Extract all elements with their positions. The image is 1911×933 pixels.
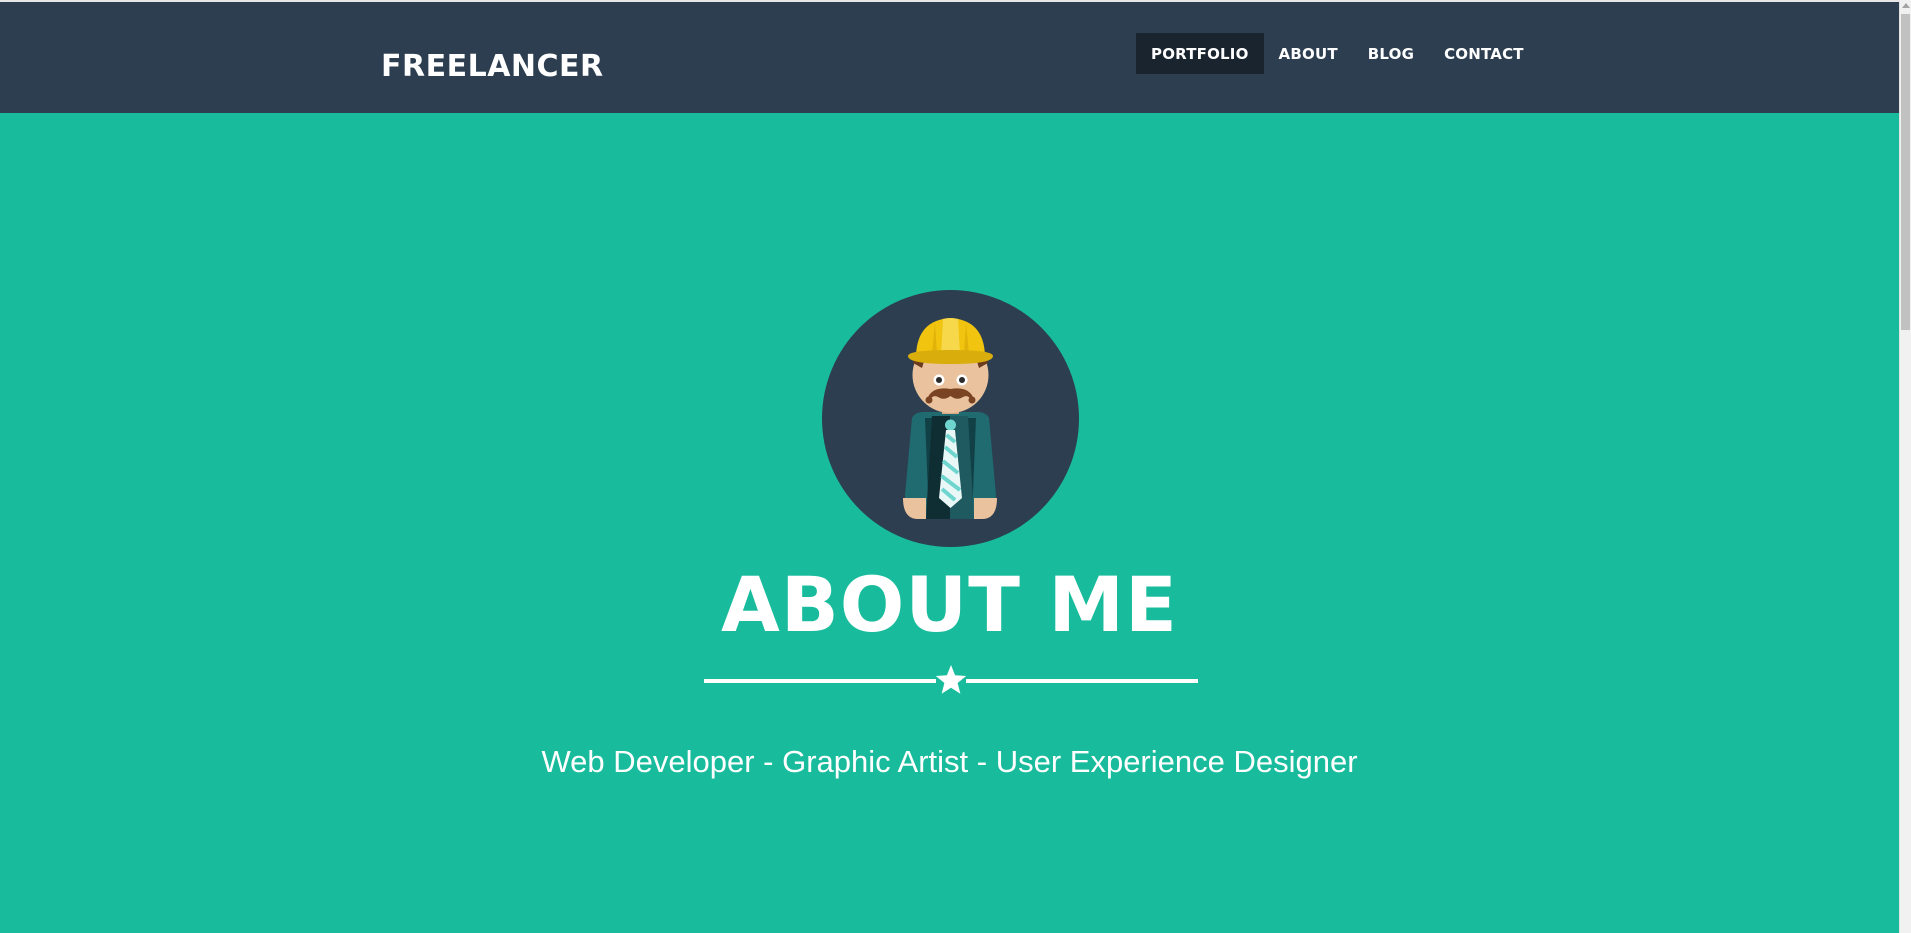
page-title: ABOUT ME — [721, 560, 1178, 649]
nav-item-contact[interactable]: CONTACT — [1429, 33, 1539, 74]
nav-item-blog[interactable]: BLOG — [1353, 33, 1429, 74]
freelancer-avatar-icon — [822, 290, 1079, 547]
nav-item-portfolio[interactable]: PORTFOLIO — [1136, 33, 1264, 74]
nav-item-about[interactable]: ABOUT — [1264, 33, 1353, 74]
vertical-scrollbar[interactable] — [1899, 0, 1911, 933]
divider-line-left — [704, 679, 936, 683]
brand-logo[interactable]: FREELANCER — [381, 47, 604, 87]
star-divider — [704, 665, 1198, 694]
skills-subtitle: Web Developer - Graphic Artist - User Ex… — [541, 744, 1358, 779]
scrollbar-thumb[interactable] — [1901, 14, 1910, 330]
divider-line-right — [966, 679, 1198, 683]
scroll-up-arrow-icon[interactable] — [1902, 3, 1910, 8]
star-icon — [935, 665, 967, 694]
navbar: FREELANCER PORTFOLIO ABOUT BLOG CONTACT — [0, 2, 1899, 113]
main-nav: PORTFOLIO ABOUT BLOG CONTACT — [1136, 33, 1539, 74]
